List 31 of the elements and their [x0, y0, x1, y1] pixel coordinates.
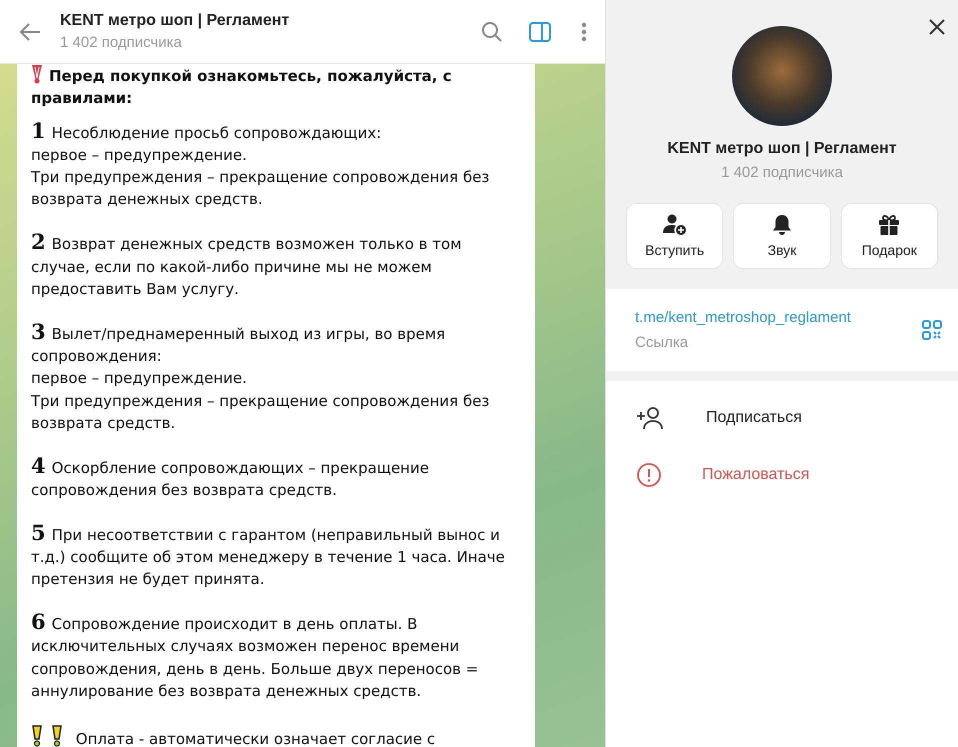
join-button[interactable]: Вступить: [626, 203, 724, 269]
message-heading: Перед покупкой ознакомьтесь, пожалуйста, с правилами:: [31, 64, 521, 110]
payment-note: Оплата - автоматически означает согласие с: [76, 730, 436, 747]
more-menu-button[interactable]: [581, 22, 587, 42]
search-button[interactable]: [481, 20, 503, 42]
rule-paragraph: 2 Возврат денежных средств возможен только в том случае, если по какой-либо причине мы не можем предоставить Вам услугу.: [31, 233, 463, 300]
profile-name: KENT метро шоп | Регламент: [667, 140, 897, 158]
subscriber-count: 1 402 подписчика: [60, 34, 183, 51]
channel-title: KENT метро шоп | Регламент: [60, 12, 290, 30]
add-user-icon: [636, 406, 666, 430]
profile-subscriber-count: 1 402 подписчика: [721, 164, 843, 181]
back-button[interactable]: [18, 22, 42, 42]
warning-icon: [636, 462, 662, 488]
rule-paragraph: 4 Оскорбление сопровождающих – прекращение сопровождения без возврата средств.: [31, 456, 430, 501]
subscribe-menu-item[interactable]: Подписаться: [606, 389, 958, 446]
bell-icon: [772, 214, 792, 236]
close-button[interactable]: [928, 18, 946, 36]
report-menu-item[interactable]: Пожаловаться: [606, 446, 958, 503]
gift-button[interactable]: Подарок: [840, 203, 938, 269]
exclamation-icon: [31, 724, 43, 747]
rule-paragraph: 5 При несоответствии с гарантом (неправильный вынос и т.д.) сообщите об этом менеджеру в течение 1 часа. Иначе претензия не будет принята.: [31, 524, 506, 590]
add-user-icon: [662, 214, 687, 236]
link-caption: Ссылка: [635, 334, 690, 351]
sidebar-toggle-button[interactable]: [529, 22, 551, 42]
rule-paragraph: 6 Сопровождение происходит в день оплаты. В исключительных случаях возможен перенос времени сопровождения, день в день. Больше двух переносов = аннулирование без возврата денежных средств.: [31, 613, 480, 702]
exclamation-icon: [51, 724, 63, 747]
sound-button[interactable]: Звук: [733, 203, 831, 269]
rule-paragraph: 1 Несоблюдение просьб сопровождающих: первое – предупреждение. Три предупреждения – прекращение сопровождения без возврата денежных средств.: [31, 122, 490, 210]
qr-code-button[interactable]: [922, 320, 942, 340]
rule-paragraph: 3 Вылет/преднамеренный выход из игры, во время сопровождения: первое – предупреждение. Три предупреждения – прекращение сопровождения без возврата средств.: [31, 322, 490, 434]
gift-icon: [878, 214, 900, 236]
